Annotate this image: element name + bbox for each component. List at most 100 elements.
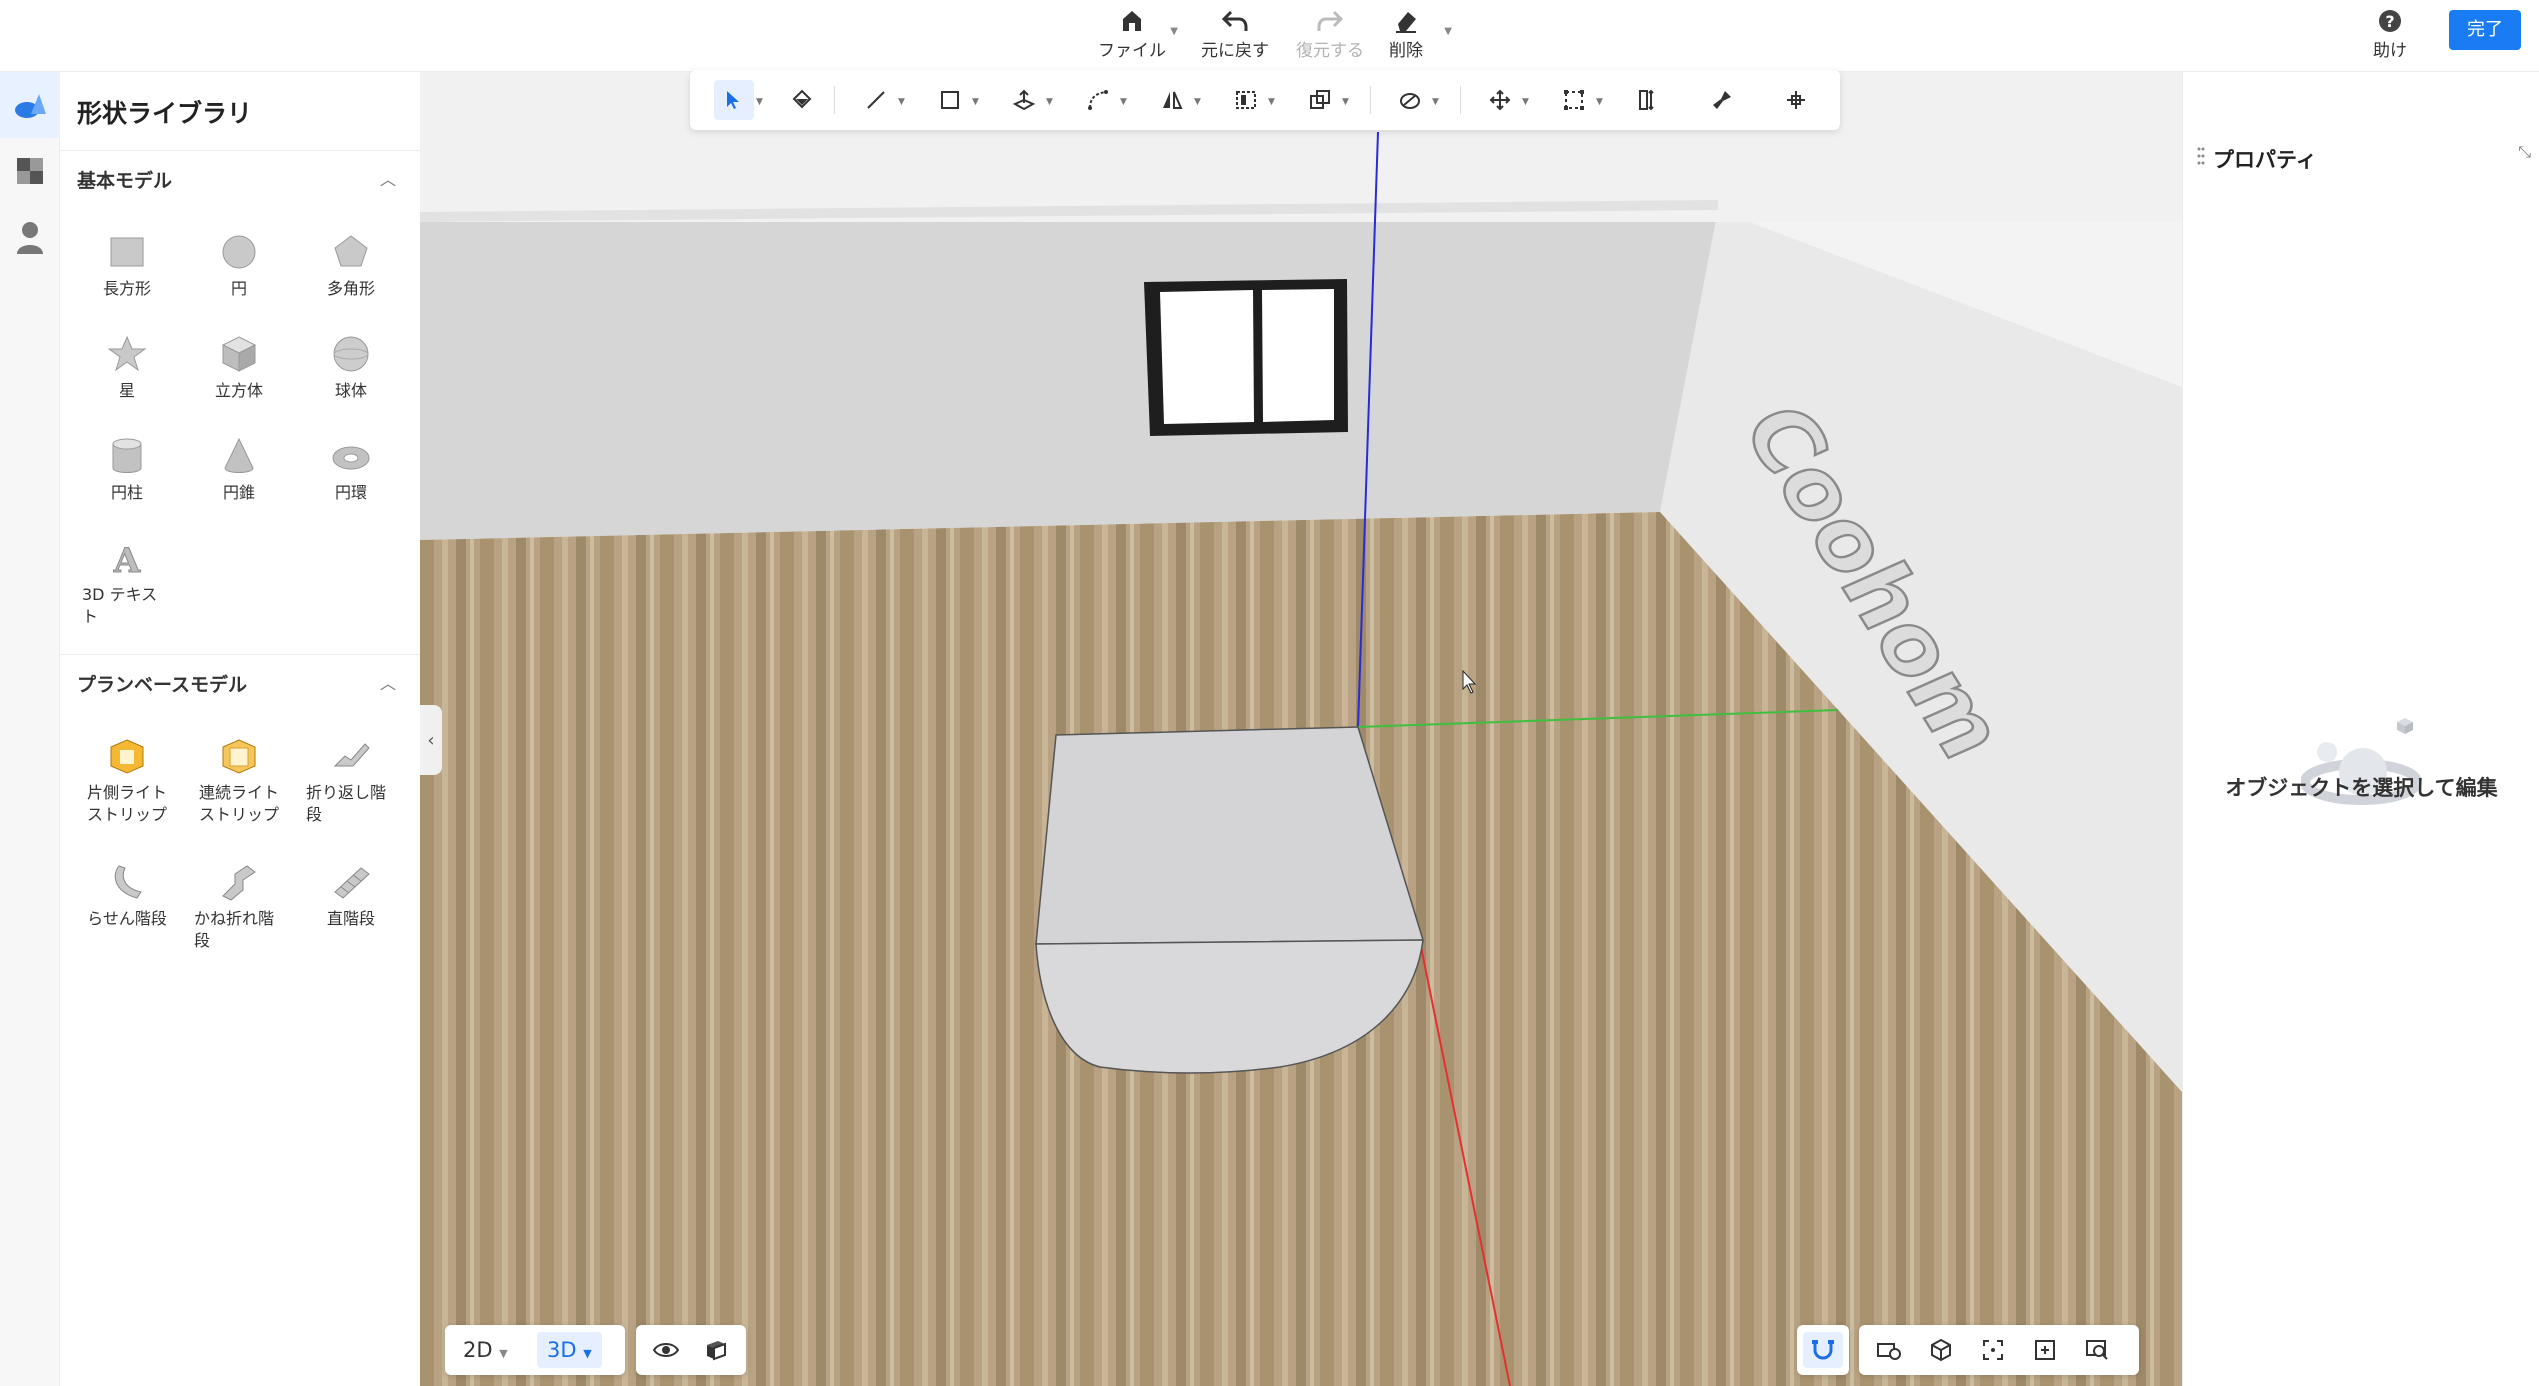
shape-cone[interactable]: 円錐	[184, 436, 294, 504]
camera-settings-icon	[1877, 1343, 1901, 1360]
boolean-tool[interactable]	[1300, 80, 1340, 120]
shape-rectangle[interactable]: 長方形	[72, 232, 182, 300]
section-plan-models-heading[interactable]: プランベースモデル	[77, 670, 247, 697]
rail-item-materials[interactable]	[0, 138, 60, 204]
chevron-left-icon: ‹	[427, 729, 435, 751]
camera-settings-button[interactable]	[1869, 1332, 1909, 1368]
shape-sphere[interactable]: 球体	[296, 334, 406, 402]
scale-tool[interactable]	[1554, 80, 1594, 120]
shape-label: 球体	[334, 381, 367, 400]
align-tool[interactable]	[1226, 80, 1266, 120]
view-3d-button[interactable]: 3D ▼	[537, 1332, 602, 1368]
pan-tool[interactable]	[1776, 80, 1816, 120]
line-tool[interactable]	[856, 80, 896, 120]
move-tool[interactable]	[1480, 80, 1520, 120]
scene-canvas[interactable]: Coohom	[420, 72, 2182, 1386]
window[interactable]	[1144, 279, 1348, 436]
file-menu-button[interactable]: ファイル ▼	[1072, 4, 1192, 66]
3d-view-button[interactable]	[1921, 1332, 1961, 1368]
surface-tool[interactable]	[1390, 80, 1430, 120]
chevron-up-icon[interactable]: ︿	[380, 166, 396, 190]
clean-tool[interactable]	[1702, 80, 1742, 120]
text-3d-icon: A	[112, 541, 141, 579]
model-continuous-light-strip[interactable]: 連続ライトストリップ	[184, 736, 294, 826]
shape-torus[interactable]: 円環	[296, 436, 406, 504]
spiral-stairs-icon	[114, 865, 142, 899]
delete-button[interactable]: 削除 ▼	[1346, 4, 1466, 66]
collapse-icon[interactable]: ⤡	[2518, 142, 2531, 162]
select-tool[interactable]	[714, 80, 754, 120]
zoom-window-button[interactable]	[2077, 1332, 2117, 1368]
rail-item-account[interactable]	[0, 204, 60, 270]
mirror-tool[interactable]	[1152, 80, 1192, 120]
pan-icon	[1787, 91, 1805, 109]
drag-handle-icon[interactable]	[2197, 146, 2205, 166]
section-basic-models-heading[interactable]: 基本モデル	[77, 166, 172, 193]
chevron-down-icon[interactable]: ▼	[1268, 97, 1275, 107]
zoom-box-icon	[2035, 1340, 2055, 1360]
cube-icon	[221, 336, 257, 372]
collapse-library-button[interactable]: ‹	[420, 705, 442, 775]
model-single-light-strip[interactable]: 片側ライトストリップ	[72, 736, 182, 826]
svg-text:A: A	[113, 541, 141, 578]
divider	[60, 150, 420, 151]
shape-label: 立方体	[214, 381, 263, 400]
chevron-down-icon[interactable]: ▼	[1342, 97, 1349, 107]
shape-circle[interactable]: 円	[184, 232, 294, 300]
push-pull-tool[interactable]	[1004, 80, 1044, 120]
model-straight-stairs[interactable]: 直階段	[296, 862, 406, 930]
svg-text:?: ?	[2385, 12, 2394, 31]
chevron-down-icon[interactable]: ▼	[898, 97, 905, 107]
rail-item-shapes[interactable]	[0, 72, 60, 138]
3d-viewport[interactable]: Coohom	[420, 72, 2182, 1386]
cube-outline-icon	[1931, 1338, 1951, 1362]
model-switchback-stairs[interactable]: 折り返し階段	[296, 736, 406, 826]
chevron-down-icon[interactable]: ▼	[972, 97, 979, 107]
empty-state-message: オブジェクトを選択して編集	[2225, 776, 2498, 800]
shape-cube[interactable]: 立方体	[184, 334, 294, 402]
camera-tools	[1859, 1325, 2139, 1375]
align-icon	[1236, 91, 1256, 109]
fit-view-button[interactable]	[1973, 1332, 2013, 1368]
chevron-down-icon[interactable]: ▼	[1596, 97, 1603, 107]
shape-star[interactable]: 星	[72, 334, 182, 402]
chevron-up-icon[interactable]: ︿	[380, 670, 396, 694]
shape-3d-text[interactable]: A 3D テキスト	[72, 538, 182, 628]
chevron-down-icon[interactable]: ▼	[1432, 97, 1439, 107]
chevron-down-icon[interactable]: ▼	[756, 97, 763, 107]
chevron-down-icon[interactable]: ▼	[1522, 97, 1529, 107]
paint-tool[interactable]	[782, 80, 822, 120]
visibility-button[interactable]	[646, 1332, 686, 1368]
path-icon	[1088, 90, 1108, 110]
shape-cylinder[interactable]: 円柱	[72, 436, 182, 504]
view-2d-button[interactable]: 2D ▼	[453, 1332, 518, 1368]
shape-polygon[interactable]: 多角形	[296, 232, 406, 300]
help-button[interactable]: ? 助け	[2345, 4, 2435, 66]
material-icon	[17, 158, 43, 184]
chevron-down-icon: ▼	[499, 1347, 508, 1360]
chevron-down-icon[interactable]: ▼	[1120, 97, 1127, 107]
rectangle-tool[interactable]	[930, 80, 970, 120]
model-label: 折り返し階段	[306, 783, 387, 824]
model-l-shaped-stairs[interactable]: かね折れ階段	[184, 862, 294, 952]
path-tool[interactable]	[1078, 80, 1118, 120]
model-spiral-stairs[interactable]: らせん階段	[72, 862, 182, 930]
chevron-down-icon[interactable]: ▼	[1194, 97, 1201, 107]
chevron-down-icon: ▼	[1444, 26, 1452, 37]
cylinder-icon	[112, 438, 142, 473]
view-extra-tools	[636, 1325, 746, 1375]
zoom-selection-button[interactable]	[2025, 1332, 2065, 1368]
view-mode-switch: 2D ▼ 3D ▼	[445, 1325, 625, 1375]
chevron-down-icon[interactable]: ▼	[1046, 97, 1053, 107]
sphere-icon	[333, 336, 369, 372]
star-icon	[107, 335, 147, 372]
view-3d-label: 3D	[547, 1338, 577, 1362]
back-wall[interactable]	[420, 210, 1718, 540]
shape-label: 3D テキスト	[82, 585, 158, 626]
measure-tool[interactable]	[1628, 80, 1668, 120]
done-button[interactable]: 完了	[2449, 10, 2521, 50]
pentagon-icon	[334, 235, 368, 267]
shape-label: 円錐	[222, 483, 255, 502]
snap-toggle-button[interactable]	[1797, 1325, 1849, 1375]
wall-display-button[interactable]	[696, 1332, 736, 1368]
